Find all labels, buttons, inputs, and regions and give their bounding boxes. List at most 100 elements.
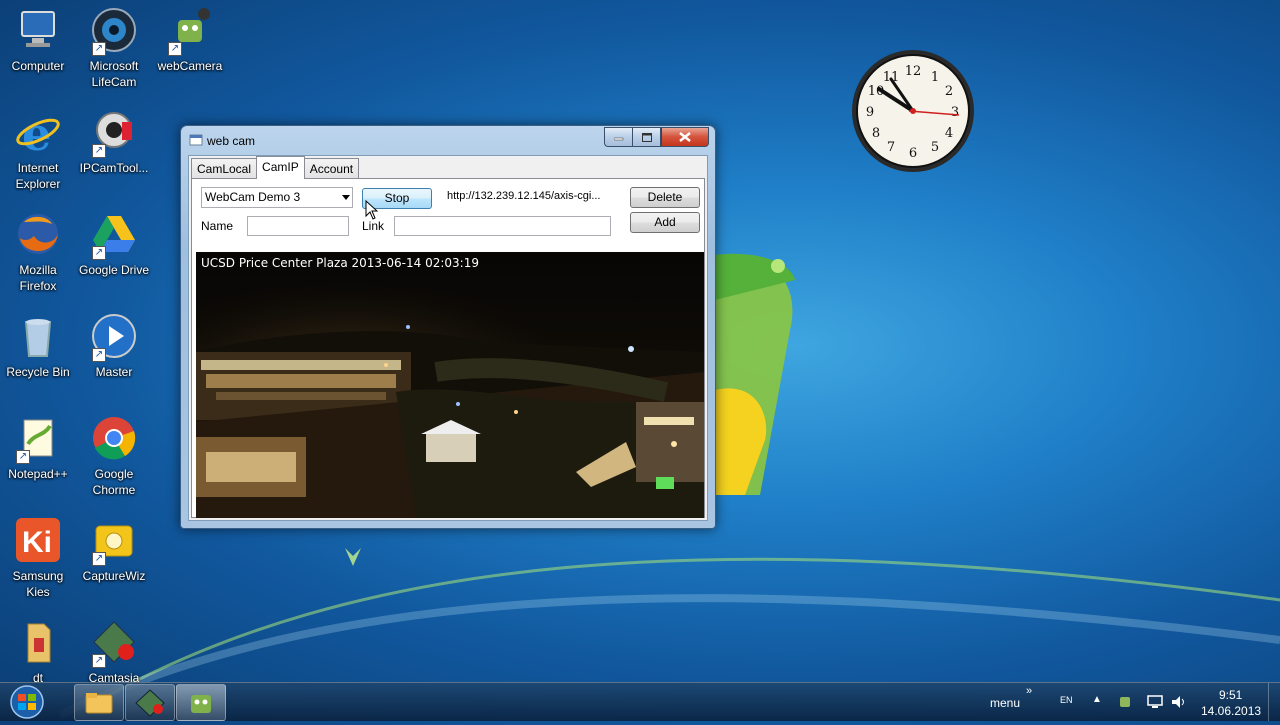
samsung-kies-icon: Ki (14, 516, 62, 564)
add-button[interactable]: Add (630, 212, 700, 233)
computer-icon (14, 6, 62, 54)
desktop-icon-label: Samsung Kies (12, 569, 64, 599)
window-client-area: CamLocal CamIP Account WebCam Demo 3 Sto… (188, 155, 708, 521)
desktop-icon-capturewiz[interactable]: ↗ CaptureWiz (76, 516, 152, 584)
minimize-button[interactable] (604, 127, 632, 147)
google-chrome-icon (90, 414, 138, 462)
desktop-icon-notepad-plus-plus[interactable]: ↗ Notepad++ (0, 414, 76, 482)
camtasia-icon (135, 689, 165, 717)
language-indicator[interactable]: EN (1060, 695, 1073, 705)
desktop-icon-master[interactable]: ↗ Master (76, 312, 152, 380)
clock-gadget[interactable]: 12 1 2 345 678 9 10 11 (851, 49, 975, 173)
webcam-window[interactable]: web cam CamLocal CamIP Account WebCam De… (180, 125, 716, 529)
desktop-icon-samsung-kies[interactable]: Ki Samsung Kies (0, 516, 76, 600)
svg-text:1: 1 (931, 70, 939, 85)
desktop-icon-webcamera[interactable]: ↗ webCamera (152, 6, 228, 74)
tab-camlocal[interactable]: CamLocal (191, 158, 258, 179)
desktop-icon-internet-explorer[interactable]: e Internet Explorer (0, 107, 76, 192)
toolbar-menu-label[interactable]: menu (990, 696, 1020, 710)
start-button[interactable] (6, 684, 48, 720)
desktop-icon-ipcamtool[interactable]: ↗ IPCamTool... (76, 108, 152, 176)
desktop-icon-label: Internet Explorer (15, 161, 61, 191)
clock-time[interactable]: 9:51 (1219, 688, 1242, 702)
mouse-pointer-icon (365, 200, 379, 220)
stream-url: http://132.239.12.145/axis-cgi... (447, 190, 601, 202)
master-icon: ↗ (90, 312, 138, 362)
notepad-plus-plus-icon: ↗ (14, 414, 62, 464)
tab-account[interactable]: Account (303, 158, 360, 179)
desktop-icon-label: IPCamTool... (79, 161, 149, 175)
svg-text:Ki: Ki (22, 526, 52, 559)
desktop-icon-label: Recycle Bin (6, 365, 70, 379)
tab-strip: CamLocal CamIP Account (191, 156, 360, 179)
svg-text:12: 12 (905, 64, 922, 79)
svg-text:9: 9 (866, 105, 874, 120)
desktop-icon-computer[interactable]: Computer (0, 6, 76, 74)
volume-icon[interactable] (1170, 694, 1186, 710)
link-label: Link (362, 219, 385, 233)
maximize-icon (641, 132, 652, 142)
link-field[interactable] (394, 216, 611, 236)
chevron-down-icon (342, 195, 350, 200)
svg-text:4: 4 (945, 126, 953, 141)
desktop-icon-label: Notepad++ (8, 467, 68, 481)
desktop-icon-label: webCamera (157, 59, 223, 73)
desktop-icon-dt-folder[interactable]: dt (0, 618, 76, 686)
show-desktop-button[interactable] (1268, 683, 1280, 721)
svg-text:2: 2 (945, 84, 953, 99)
camera-select[interactable]: WebCam Demo 3 (201, 187, 353, 208)
clock-date[interactable]: 14.06.2013 (1201, 704, 1261, 718)
taskbar-camtasia-button[interactable] (125, 684, 175, 721)
tray-app-icon[interactable] (1117, 694, 1133, 710)
svg-text:7: 7 (887, 140, 895, 155)
taskbar-webcamera-button[interactable] (176, 684, 226, 721)
svg-text:8: 8 (872, 126, 880, 141)
desktop-icon-label: Google Drive (78, 263, 150, 277)
explorer-folder-icon (85, 693, 113, 714)
delete-button[interactable]: Delete (630, 187, 700, 208)
lifecam-icon: ↗ (90, 6, 138, 56)
desktop-icon-label: Google Chorme (92, 467, 136, 497)
taskbar-explorer-button[interactable] (74, 684, 124, 721)
app-icon (189, 134, 203, 146)
maximize-button[interactable] (632, 127, 661, 147)
minimize-icon (613, 137, 623, 141)
window-titlebar[interactable]: web cam (181, 126, 715, 154)
internet-explorer-icon: e (14, 107, 62, 161)
network-icon[interactable] (1146, 694, 1164, 710)
capturewiz-icon: ↗ (90, 516, 138, 566)
svg-text:5: 5 (931, 140, 939, 155)
video-timestamp-overlay: UCSD Price Center Plaza 2013-06-14 02:03… (201, 256, 479, 270)
desktop-icon-google-drive[interactable]: ↗ Google Drive (76, 210, 152, 278)
toolbar-expand-icon[interactable]: » (1026, 685, 1032, 697)
desktop-icon-google-chrome[interactable]: Google Chorme (76, 414, 152, 498)
desktop-icon-recycle-bin[interactable]: Recycle Bin (0, 312, 76, 380)
tab-camip[interactable]: CamIP (256, 156, 305, 179)
windows-logo-icon (10, 685, 44, 719)
desktop-icon-label: CaptureWiz (82, 569, 146, 583)
desktop-icon-firefox[interactable]: Mozilla Firefox (0, 210, 76, 294)
desktop-icon-camtasia[interactable]: ↗ Camtasia (76, 618, 152, 686)
taskbar: menu » EN ▲ 9:51 14.06.2013 (0, 682, 1280, 721)
desktop-icon-label: Computer (11, 59, 65, 73)
desktop-icon-label: Microsoft LifeCam (89, 59, 139, 89)
desktop-icon-label: Master (95, 365, 133, 379)
camtasia-icon: ↗ (90, 618, 138, 668)
svg-text:3: 3 (951, 105, 959, 120)
google-drive-icon: ↗ (90, 210, 138, 260)
desktop-icon-label: Mozilla Firefox (19, 263, 57, 293)
svg-text:e: e (22, 108, 51, 156)
svg-text:6: 6 (909, 146, 917, 161)
name-label: Name (201, 219, 234, 233)
camip-tab-page: WebCam Demo 3 Stop http://132.239.12.145… (191, 178, 705, 518)
webcamera-app-icon (191, 695, 211, 713)
close-button[interactable] (661, 127, 709, 147)
desktop-icon-lifecam[interactable]: ↗ Microsoft LifeCam (76, 6, 152, 90)
camera-video-feed: UCSD Price Center Plaza 2013-06-14 02:03… (196, 252, 704, 518)
ipcamtool-icon: ↗ (90, 108, 138, 158)
camera-select-value: WebCam Demo 3 (205, 190, 301, 204)
webcamera-app-icon: ↗ (166, 6, 214, 56)
show-hidden-icons-button[interactable]: ▲ (1092, 694, 1102, 705)
folder-icon (14, 618, 62, 666)
name-field[interactable] (247, 216, 349, 236)
